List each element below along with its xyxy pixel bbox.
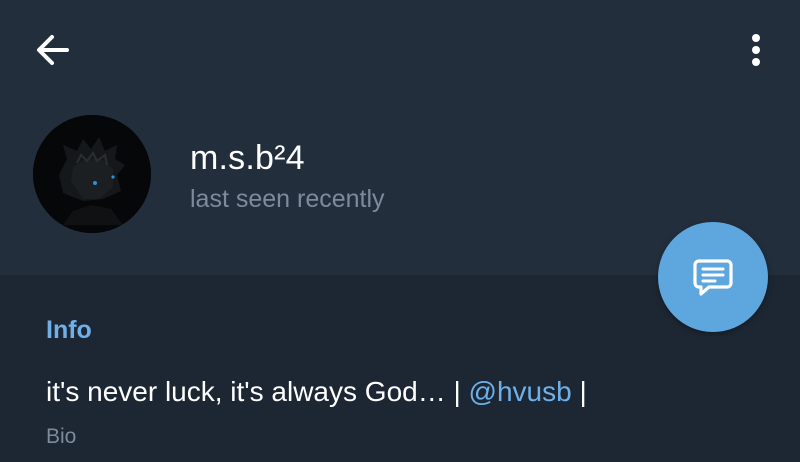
arrow-left-icon [37,35,69,65]
last-seen-status: last seen recently [190,185,385,213]
avatar-image [33,115,151,233]
back-button[interactable] [33,30,73,70]
bio-text-main: it's never luck, it's always God… | [46,376,469,407]
more-vertical-icon [752,34,760,66]
send-message-button[interactable] [658,222,768,332]
bio-label: Bio [46,425,77,448]
bio-text: it's never luck, it's always God… | @hvu… [46,374,587,410]
profile-name: m.s.b²4 [190,139,305,177]
bio-text-end: | [571,376,587,407]
message-icon [693,259,733,296]
more-options-button[interactable] [736,28,776,72]
info-section-title: Info [46,316,92,344]
bio-username-link[interactable]: @hvusb [469,376,572,407]
avatar[interactable] [33,115,151,233]
